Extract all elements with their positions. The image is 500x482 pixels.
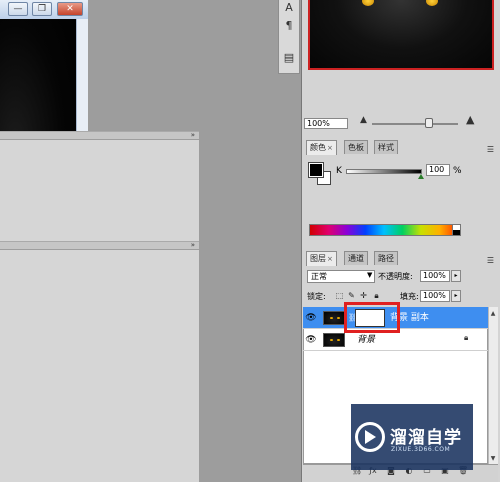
tab-paths[interactable]: 路径 [374, 251, 398, 265]
layer-lock-icon: 🔒︎ [464, 333, 469, 342]
tab-close-icon[interactable]: × [327, 255, 333, 263]
blend-mode-select[interactable]: 正常 [307, 270, 375, 283]
tab-layers-label: 图层 [310, 254, 326, 263]
navigator-zoom-knob[interactable] [425, 118, 433, 128]
k-unit-label: % [453, 166, 462, 176]
navigator-zoom-slider[interactable] [372, 123, 458, 125]
lock-position-icon[interactable]: ✛ [359, 291, 368, 300]
cat-eye-right [426, 0, 438, 6]
layers-panel-header[interactable]: » [0, 241, 199, 250]
foreground-color-swatch[interactable] [308, 162, 324, 178]
fill-label: 填充: [400, 292, 419, 301]
layer-thumbnail[interactable] [323, 311, 345, 325]
character-icon[interactable]: A [281, 0, 297, 16]
thumb-eye-left [330, 317, 333, 319]
thumb-eye-left [330, 339, 333, 341]
color-panel-header[interactable]: » [0, 131, 199, 140]
lock-label: 锁定: [307, 292, 326, 301]
tab-color-label: 颜色 [310, 143, 326, 152]
channel-label: K [336, 166, 342, 176]
tab-color[interactable]: 颜色× [306, 140, 337, 155]
layer-thumbnail[interactable] [323, 333, 345, 347]
lock-pixels-icon[interactable]: ✎ [347, 291, 356, 300]
paragraph-icon[interactable]: ¶ [281, 18, 297, 34]
watermark-subtitle: ZIXUE.3D66.COM [391, 446, 451, 453]
cat-eye-left [362, 0, 374, 6]
panel-dock-strip: A ¶ ▤ [278, 0, 300, 74]
color-panel-menu-icon[interactable]: ☰ [487, 145, 494, 154]
mountain-small-icon[interactable]: ▲ [360, 115, 367, 125]
panel-collapse-icon[interactable]: » [191, 131, 195, 139]
scroll-down-icon[interactable]: ▼ [489, 455, 497, 462]
tool-presets-icon[interactable]: ▤ [281, 50, 297, 66]
fill-field[interactable]: 100% [420, 290, 450, 302]
layer-name[interactable]: 背景 [357, 334, 375, 346]
tab-close-icon[interactable]: × [327, 144, 333, 152]
tab-channels[interactable]: 通道 [344, 251, 368, 265]
watermark-title: 溜溜自学 [390, 428, 462, 448]
layers-panel: » [0, 241, 199, 482]
k-slider-handle[interactable] [418, 174, 424, 179]
scroll-up-icon[interactable]: ▲ [489, 310, 497, 317]
document-titlebar[interactable]: — ❐ ✕ [0, 0, 88, 19]
k-channel-slider[interactable] [346, 169, 422, 174]
color-panel: » [0, 131, 199, 241]
thumb-eye-right [337, 317, 340, 319]
navigator-zoom-field[interactable]: 100% [304, 118, 348, 129]
opacity-label: 不透明度: [378, 272, 413, 281]
minimize-button[interactable]: — [8, 2, 28, 16]
layers-list-scrollbar[interactable] [488, 307, 498, 464]
tab-swatches[interactable]: 色板 [344, 140, 368, 154]
tab-styles[interactable]: 样式 [374, 140, 398, 154]
eye-visibility-icon[interactable]: 👁︎ [305, 334, 317, 346]
thumb-eye-right [337, 339, 340, 341]
layers-panel-menu-icon[interactable]: ☰ [487, 256, 494, 265]
color-spectrum-bar[interactable] [309, 224, 459, 236]
restore-button[interactable]: ❐ [32, 2, 52, 16]
fill-spin-button[interactable]: ▸ [451, 290, 461, 302]
annotation-highlight-box [344, 302, 400, 333]
eye-visibility-icon[interactable]: 👁︎ [305, 312, 317, 324]
chevron-down-icon[interactable]: ▼ [367, 271, 372, 279]
k-channel-field[interactable]: 100 [426, 164, 450, 176]
navigator-preview[interactable] [308, 0, 494, 70]
opacity-field[interactable]: 100% [420, 270, 450, 282]
lock-all-icon[interactable]: 🔒︎ [372, 291, 381, 300]
play-icon [365, 430, 376, 444]
black-white-ramp[interactable] [452, 224, 461, 236]
tab-layers[interactable]: 图层× [306, 251, 337, 266]
panel-collapse-icon[interactable]: » [191, 241, 195, 249]
mountain-large-icon[interactable]: ▲ [466, 113, 474, 126]
lock-transparency-icon[interactable]: ⬚ [335, 291, 344, 300]
opacity-spin-button[interactable]: ▸ [451, 270, 461, 282]
close-button[interactable]: ✕ [57, 2, 83, 16]
